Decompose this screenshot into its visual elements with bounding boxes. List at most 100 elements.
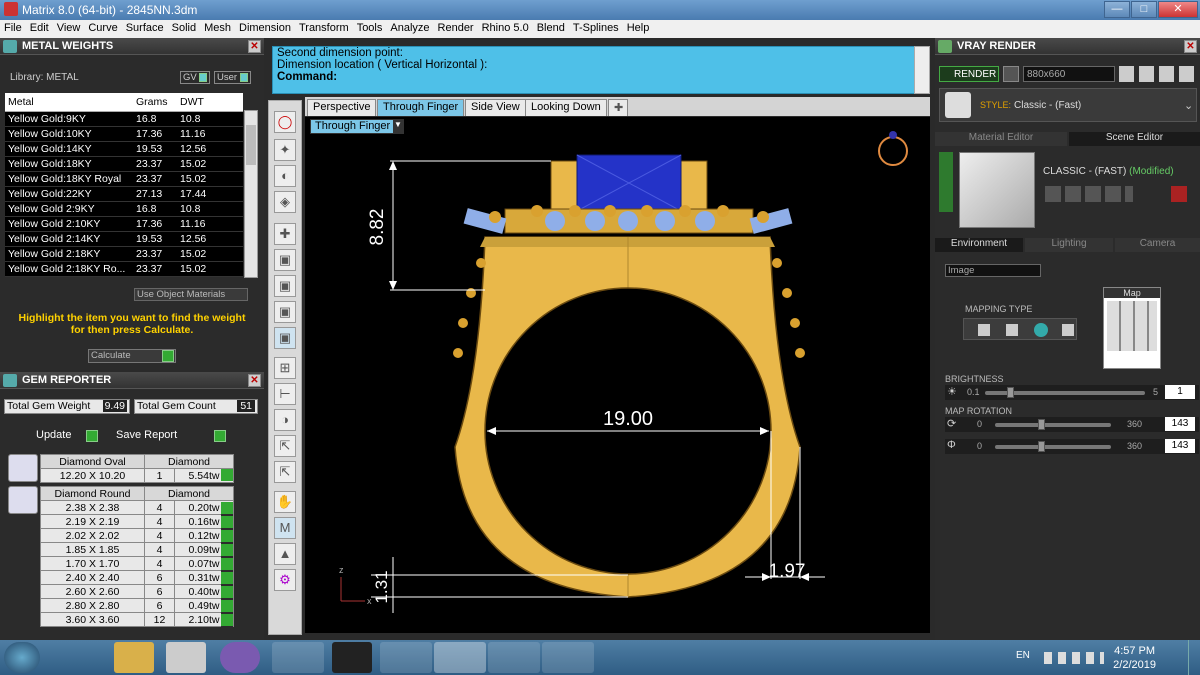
metal-scrollbar[interactable] bbox=[244, 110, 258, 278]
table-row[interactable]: 2.38 X 2.38 4 0.20tw bbox=[40, 500, 234, 515]
viber-icon[interactable] bbox=[220, 642, 260, 673]
menu-curve[interactable]: Curve bbox=[84, 20, 121, 36]
cube-front-icon[interactable]: ▣ bbox=[274, 249, 296, 271]
table-row[interactable]: Yellow Gold:22KY 27.13 17.44 bbox=[5, 186, 243, 202]
gv-toggle[interactable]: GV bbox=[180, 71, 211, 84]
close-icon[interactable]: ✕ bbox=[1184, 40, 1197, 53]
show-desktop-button[interactable] bbox=[1188, 640, 1200, 675]
sphere-icon[interactable]: ◐ bbox=[274, 165, 296, 187]
oval-gem-table[interactable]: Diamond Oval Diamond 12.20 X 10.20 1 5.54tw bbox=[40, 454, 234, 483]
command-prompt[interactable]: Command: bbox=[277, 71, 929, 83]
menu-edit[interactable]: Edit bbox=[26, 20, 53, 36]
menu-file[interactable]: File bbox=[0, 20, 26, 36]
app2-icon[interactable] bbox=[542, 642, 594, 673]
map-thumbnail[interactable]: Map bbox=[1103, 287, 1161, 369]
cube-top-icon[interactable]: ▣ bbox=[274, 301, 296, 323]
style-selector[interactable]: STYLE: Classic - (Fast) ⌄ bbox=[939, 88, 1197, 122]
table-row[interactable]: 2.80 X 2.80 6 0.49tw bbox=[40, 598, 234, 613]
rotation1-knob[interactable] bbox=[1038, 419, 1045, 430]
snap-icon[interactable]: ⊢ bbox=[274, 383, 296, 405]
grid-icon[interactable]: ⊞ bbox=[274, 357, 296, 379]
close-icon[interactable]: ✕ bbox=[248, 374, 261, 387]
brightness-knob[interactable] bbox=[1007, 387, 1014, 398]
table-row[interactable]: 3.60 X 3.60 12 2.10tw bbox=[40, 612, 234, 627]
gear-icon[interactable]: ⚙ bbox=[274, 569, 296, 591]
pointer-r-icon[interactable]: ⇱ bbox=[274, 461, 296, 483]
control-panel-icon[interactable] bbox=[380, 642, 432, 673]
tab-side-view[interactable]: Side View bbox=[465, 99, 526, 116]
table-row[interactable]: Yellow Gold 2:9KY 16.8 10.8 bbox=[5, 201, 243, 217]
table-row[interactable]: 2.60 X 2.60 6 0.40tw bbox=[40, 584, 234, 599]
table-row[interactable]: Yellow Gold:18KY 23.37 15.02 bbox=[5, 156, 243, 172]
ie-icon[interactable] bbox=[54, 642, 106, 673]
menu-help[interactable]: Help bbox=[623, 20, 654, 36]
table-row[interactable]: 12.20 X 10.20 1 5.54tw bbox=[40, 468, 234, 483]
tab-looking-down[interactable]: Looking Down bbox=[525, 99, 607, 116]
menu-transform[interactable]: Transform bbox=[295, 20, 353, 36]
col-dwt[interactable]: DWT bbox=[177, 93, 243, 112]
rotation1-value[interactable]: 143 bbox=[1165, 417, 1195, 431]
minimize-button[interactable]: — bbox=[1104, 1, 1130, 18]
box-icon[interactable] bbox=[1006, 324, 1018, 336]
mapping-type-buttons[interactable] bbox=[963, 318, 1077, 340]
reset-icon[interactable] bbox=[1171, 186, 1187, 202]
table-row[interactable]: Yellow Gold 2:18KY 23.37 15.02 bbox=[5, 246, 243, 262]
tray-icons[interactable] bbox=[1044, 652, 1104, 664]
m-icon[interactable]: M bbox=[274, 517, 296, 539]
user-toggle[interactable]: User bbox=[214, 71, 251, 84]
sphere-map-icon[interactable] bbox=[1034, 323, 1048, 337]
table-row[interactable]: 2.40 X 2.40 6 0.31tw bbox=[40, 570, 234, 585]
command-area[interactable]: Second dimension point: Dimension locati… bbox=[272, 46, 930, 94]
rotation2-value[interactable]: 143 bbox=[1165, 439, 1195, 453]
chrome-icon[interactable] bbox=[272, 642, 324, 673]
table-row[interactable]: 1.70 X 1.70 4 0.07tw bbox=[40, 556, 234, 571]
menu-analyze[interactable]: Analyze bbox=[386, 20, 433, 36]
update-button[interactable]: Update bbox=[36, 429, 98, 444]
pointer-off-icon[interactable]: ⇱ bbox=[274, 435, 296, 457]
col-metal[interactable]: Metal bbox=[5, 93, 133, 112]
camera-icon[interactable] bbox=[1003, 66, 1019, 82]
render-toolbar-icons[interactable] bbox=[1119, 66, 1197, 82]
cylinder-icon[interactable] bbox=[1062, 324, 1074, 336]
tab-through-finger[interactable]: Through Finger bbox=[377, 99, 465, 116]
rotation2-knob[interactable] bbox=[1038, 441, 1045, 452]
cube-side-icon[interactable]: ▣ bbox=[274, 275, 296, 297]
close-icon[interactable]: ✕ bbox=[248, 40, 261, 53]
plane-icon[interactable] bbox=[978, 324, 990, 336]
col-grams[interactable]: Grams bbox=[133, 93, 177, 112]
brightness-value[interactable]: 1 bbox=[1165, 385, 1195, 399]
ring-orientation-icon[interactable] bbox=[878, 136, 908, 166]
preset-action-icons[interactable] bbox=[1045, 186, 1133, 202]
use-object-materials[interactable]: Use Object Materials bbox=[134, 288, 248, 301]
axis-icon[interactable]: ✦ bbox=[274, 139, 296, 161]
hand-icon[interactable]: ✋ bbox=[274, 491, 296, 513]
explorer-icon[interactable] bbox=[114, 642, 154, 673]
resolution-select[interactable]: 880x660 bbox=[1023, 66, 1115, 82]
command-scrollbar[interactable] bbox=[914, 46, 930, 94]
lamp-icon[interactable]: ◑ bbox=[274, 409, 296, 431]
tab-camera[interactable]: Camera bbox=[1115, 238, 1200, 252]
media-player-icon[interactable] bbox=[166, 642, 206, 673]
play-icon[interactable] bbox=[221, 469, 233, 481]
start-button[interactable] bbox=[4, 642, 40, 673]
menu-dimension[interactable]: Dimension bbox=[235, 20, 295, 36]
pivot-icon[interactable]: ✚ bbox=[274, 223, 296, 245]
table-row[interactable]: Yellow Gold:10KY 17.36 11.16 bbox=[5, 126, 243, 142]
calculate-button[interactable]: Calculate bbox=[88, 349, 176, 363]
collapse-icon[interactable] bbox=[939, 152, 953, 212]
table-row[interactable]: 2.19 X 2.19 4 0.16tw bbox=[40, 514, 234, 529]
gem-row-play-icons[interactable] bbox=[221, 502, 233, 627]
language-indicator[interactable]: EN bbox=[1016, 650, 1030, 661]
table-row[interactable]: Yellow Gold:9KY 16.8 10.8 bbox=[5, 111, 243, 127]
menu-tsplines[interactable]: T-Splines bbox=[569, 20, 623, 36]
environment-select[interactable]: Image bbox=[945, 264, 1041, 277]
tab-scene-editor[interactable]: Scene Editor bbox=[1069, 132, 1200, 146]
table-row[interactable]: Yellow Gold 2:10KY 17.36 11.16 bbox=[5, 216, 243, 232]
paint-icon[interactable] bbox=[488, 642, 540, 673]
menu-rhino[interactable]: Rhino 5.0 bbox=[478, 20, 533, 36]
tab-perspective[interactable]: Perspective bbox=[307, 99, 377, 116]
table-row[interactable]: Yellow Gold 2:18KY Ro... 23.37 15.02 bbox=[5, 261, 243, 277]
viewport[interactable]: 8.82 19.00 1.31 1.97 z x bbox=[305, 117, 930, 633]
table-row[interactable]: 2.02 X 2.02 4 0.12tw bbox=[40, 528, 234, 543]
stop-icon[interactable]: ◯ bbox=[274, 111, 296, 133]
